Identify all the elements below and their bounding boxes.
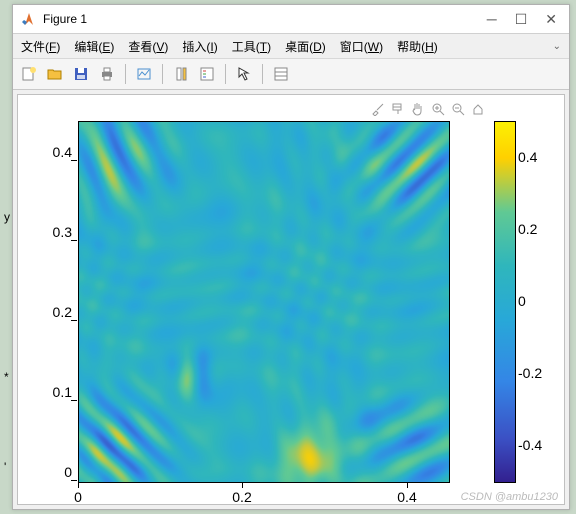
print-button[interactable]: [95, 62, 119, 86]
minimize-button[interactable]: ─: [487, 11, 497, 28]
menu-tools[interactable]: 工具(T): [232, 38, 271, 55]
toolbar-separator: [225, 64, 226, 84]
y-tick-label: 0.2: [53, 304, 72, 320]
link-plot-button[interactable]: [132, 62, 156, 86]
matlab-icon: [21, 11, 37, 27]
figure-content: 0 0.1 0.2 0.3 0.4 0 0.2 0.4 0.4 0.2 0 -0…: [17, 94, 565, 505]
y-tick-label: 0.4: [53, 144, 72, 160]
colorbar[interactable]: [494, 121, 516, 483]
toolbar-separator: [162, 64, 163, 84]
restore-view-icon[interactable]: [470, 101, 486, 117]
colorbar-axis: 0.4 0.2 0 -0.2 -0.4: [518, 121, 556, 481]
edit-plot-button[interactable]: [232, 62, 256, 86]
watermark-text: CSDN @ambu1230: [461, 491, 558, 503]
toolbar-separator: [262, 64, 263, 84]
toolbar-separator: [125, 64, 126, 84]
colorbar-tick: 0.2: [518, 221, 537, 237]
toolbar: [13, 59, 569, 90]
new-figure-button[interactable]: [17, 62, 41, 86]
x-tick-label: 0: [74, 489, 82, 505]
zoom-out-icon[interactable]: [450, 101, 466, 117]
y-tick-label: 0: [64, 464, 72, 480]
y-tick-label: 0.3: [53, 224, 72, 240]
colorbar-tick: 0.4: [518, 149, 537, 165]
datatips-icon[interactable]: [390, 101, 406, 117]
brush-icon[interactable]: [370, 101, 386, 117]
insert-colorbar-button[interactable]: [169, 62, 193, 86]
menu-edit[interactable]: 编辑(E): [74, 38, 114, 55]
background-editor-strip: y * ': [0, 0, 12, 514]
y-tick-label: 0.1: [53, 384, 72, 400]
maximize-button[interactable]: ☐: [515, 11, 528, 28]
menu-view[interactable]: 查看(V): [128, 38, 168, 55]
titlebar: Figure 1 ─ ☐ ✕: [13, 5, 569, 34]
menu-insert[interactable]: 插入(I): [182, 38, 217, 55]
open-button[interactable]: [43, 62, 67, 86]
x-tick-label: 0.4: [397, 489, 416, 505]
insert-legend-button[interactable]: [195, 62, 219, 86]
menubar: 文件(F) 编辑(E) 查看(V) 插入(I) 工具(T) 桌面(D) 窗口(W…: [13, 34, 569, 59]
window-title: Figure 1: [43, 12, 487, 26]
menu-help[interactable]: 帮助(H): [397, 38, 438, 55]
menu-file[interactable]: 文件(F): [21, 38, 60, 55]
x-axis: 0 0.2 0.4: [78, 483, 448, 511]
zoom-in-icon[interactable]: [430, 101, 446, 117]
axes-toolbar: [370, 101, 486, 117]
axes-heatmap[interactable]: [78, 121, 450, 483]
colorbar-tick: -0.2: [518, 365, 542, 381]
y-axis: 0 0.1 0.2 0.3 0.4: [18, 121, 76, 481]
close-button[interactable]: ✕: [545, 11, 557, 28]
menu-window[interactable]: 窗口(W): [340, 38, 383, 55]
colorbar-tick: 0: [518, 293, 526, 309]
colorbar-tick: -0.4: [518, 437, 542, 453]
save-button[interactable]: [69, 62, 93, 86]
property-inspector-button[interactable]: [269, 62, 293, 86]
figure-window: Figure 1 ─ ☐ ✕ 文件(F) 编辑(E) 查看(V) 插入(I) 工…: [12, 4, 570, 510]
menu-overflow-icon[interactable]: ⌄: [553, 41, 561, 52]
menu-desktop[interactable]: 桌面(D): [285, 38, 326, 55]
pan-icon[interactable]: [410, 101, 426, 117]
x-tick-label: 0.2: [232, 489, 251, 505]
